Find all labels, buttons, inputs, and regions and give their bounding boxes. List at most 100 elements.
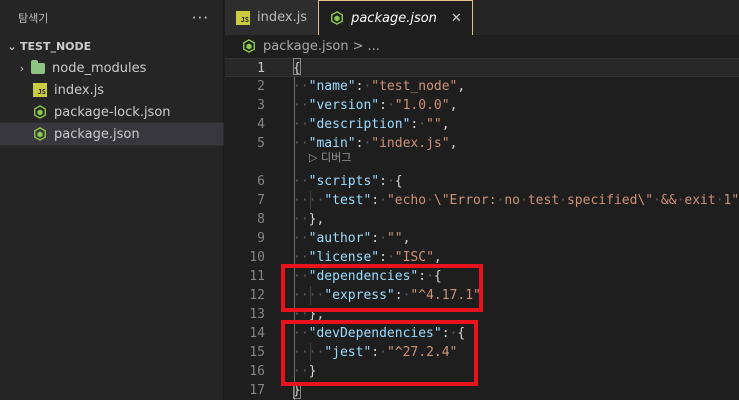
- code-line[interactable]: 4 ··"description":·"",: [225, 115, 739, 134]
- whitespace-marker: ··: [293, 79, 309, 94]
- code-line[interactable]: 6 ··"scripts":·{: [225, 172, 739, 191]
- code-line[interactable]: 7 ····"test":·"echo·\"Error:·no·test·spec…: [225, 191, 739, 210]
- line-number: 8: [257, 212, 265, 227]
- code-text: ····"test":·"echo·\"Error:·no·test·speci…: [293, 191, 739, 210]
- line-number: 2: [257, 79, 265, 94]
- line-number: 6: [257, 174, 265, 189]
- code-text: ··"scripts":·{: [293, 172, 403, 191]
- code-text: ··"version":·"1.0.0",: [293, 96, 457, 115]
- whitespace-marker: ····: [293, 193, 325, 208]
- whitespace-marker: ·: [418, 117, 427, 132]
- editor-tab-bar: JS index.js package.json ✕: [225, 0, 739, 35]
- punctuation: },: [308, 212, 325, 227]
- whitespace-marker: ·: [715, 193, 724, 208]
- chevron-right-icon: ›: [19, 61, 25, 75]
- tree-item-label: package.json: [54, 126, 140, 142]
- line-number: 1: [257, 61, 265, 76]
- code-line[interactable]: 5 ··"main":·"index.js",: [225, 134, 739, 153]
- json-string: no: [504, 193, 521, 208]
- tree-item-package-json[interactable]: package.json: [0, 122, 224, 146]
- whitespace-marker: ··: [293, 250, 309, 265]
- node-file-icon: [241, 38, 257, 54]
- whitespace-marker: ··: [293, 98, 309, 113]
- punctuation: ,: [433, 250, 442, 265]
- json-string: \"Error:: [433, 193, 497, 208]
- dependencies-highlight-box: [281, 264, 483, 312]
- punctuation: ,: [402, 231, 411, 246]
- workspace-section[interactable]: ⌄ TEST_NODE: [0, 35, 223, 57]
- json-key: "author": [308, 231, 372, 246]
- breadcrumb-separator: >: [352, 38, 364, 54]
- json-string: &&: [660, 193, 677, 208]
- code-text: ··"description":·"",: [293, 115, 450, 134]
- line-number: 13: [249, 307, 265, 322]
- breadcrumb-file[interactable]: package.json: [263, 39, 349, 54]
- indent-guide: [310, 191, 311, 210]
- explorer-title: 탐색기: [18, 11, 49, 25]
- code-line[interactable]: 2 ··"name":·"test_node",: [225, 77, 739, 96]
- whitespace-marker: ·: [379, 193, 387, 208]
- line-number: 5: [257, 136, 265, 151]
- whitespace-marker: ·: [379, 231, 387, 246]
- whitespace-marker: ·: [653, 193, 661, 208]
- devdependencies-highlight-box: [281, 320, 478, 386]
- json-string: "ISC": [394, 250, 434, 265]
- json-string: "test_node": [371, 79, 458, 94]
- punctuation: ,: [449, 136, 458, 151]
- tab-label: package.json: [351, 10, 437, 26]
- whitespace-marker: ·: [386, 250, 395, 265]
- tree-item-index-js[interactable]: JS index.js: [0, 79, 223, 101]
- line-number: 15: [249, 345, 265, 360]
- close-icon[interactable]: ✕: [451, 11, 462, 26]
- json-string: "": [426, 117, 442, 132]
- line-number: 17: [249, 383, 265, 398]
- punctuation: ,: [449, 98, 458, 113]
- json-key: "main": [308, 136, 356, 151]
- tree-item-package-lock-json[interactable]: package-lock.json: [0, 101, 223, 123]
- code-line[interactable]: 9 ··"author":·"",: [225, 229, 739, 248]
- punctuation: :: [379, 98, 387, 113]
- punctuation: ,: [457, 79, 466, 94]
- whitespace-marker: ··: [293, 212, 309, 227]
- punctuation: :: [371, 193, 380, 208]
- whitespace-marker: ··: [293, 136, 309, 151]
- json-key: "name": [308, 79, 356, 94]
- text-cursor: [293, 58, 301, 75]
- node-file-icon: [32, 104, 48, 120]
- node-file-icon: [32, 126, 48, 142]
- code-line[interactable]: 1{: [225, 58, 739, 77]
- tree-item-node-modules[interactable]: › node_modules: [0, 57, 223, 79]
- punctuation: :: [379, 174, 387, 189]
- tab-index-js[interactable]: JS index.js: [225, 0, 319, 35]
- line-number: 3: [257, 98, 265, 113]
- whitespace-marker: ·: [426, 193, 434, 208]
- explorer-sidebar: 탐색기 ··· ⌄ TEST_NODE › node_modules JS in…: [0, 0, 224, 400]
- json-key: "scripts": [308, 174, 380, 189]
- folder-icon: [30, 59, 46, 76]
- chevron-down-icon: ⌄: [7, 39, 17, 53]
- json-string: specified\": [566, 193, 654, 208]
- json-string: 1": [723, 193, 739, 208]
- line-number: 4: [257, 117, 265, 132]
- tab-package-json[interactable]: package.json ✕: [318, 0, 473, 35]
- json-string: "echo: [386, 193, 427, 208]
- js-file-icon: JS: [235, 10, 251, 26]
- breadcrumb-symbols[interactable]: ...: [368, 39, 380, 54]
- whitespace-marker: ·: [386, 174, 395, 189]
- whitespace-marker: ·: [559, 193, 567, 208]
- json-key: "version": [308, 98, 380, 113]
- tree-item-label: package-lock.json: [54, 104, 171, 120]
- json-key: "description": [308, 117, 411, 132]
- whitespace-marker: ··: [293, 117, 309, 132]
- punctuation: ,: [441, 117, 450, 132]
- code-line[interactable]: 8 ··},: [225, 210, 739, 229]
- tree-item-label: node_modules: [52, 60, 147, 76]
- more-actions-button[interactable]: ···: [192, 9, 209, 27]
- json-string: "1.0.0": [394, 98, 450, 113]
- code-line[interactable]: 3 ··"version":·"1.0.0",: [225, 96, 739, 115]
- code-text: ··"main":·"index.js",: [293, 134, 457, 153]
- js-file-icon: JS: [32, 82, 48, 98]
- code-text: ··"name":·"test_node",: [293, 77, 465, 96]
- punctuation: :: [371, 231, 380, 246]
- whitespace-marker: ··: [293, 174, 309, 189]
